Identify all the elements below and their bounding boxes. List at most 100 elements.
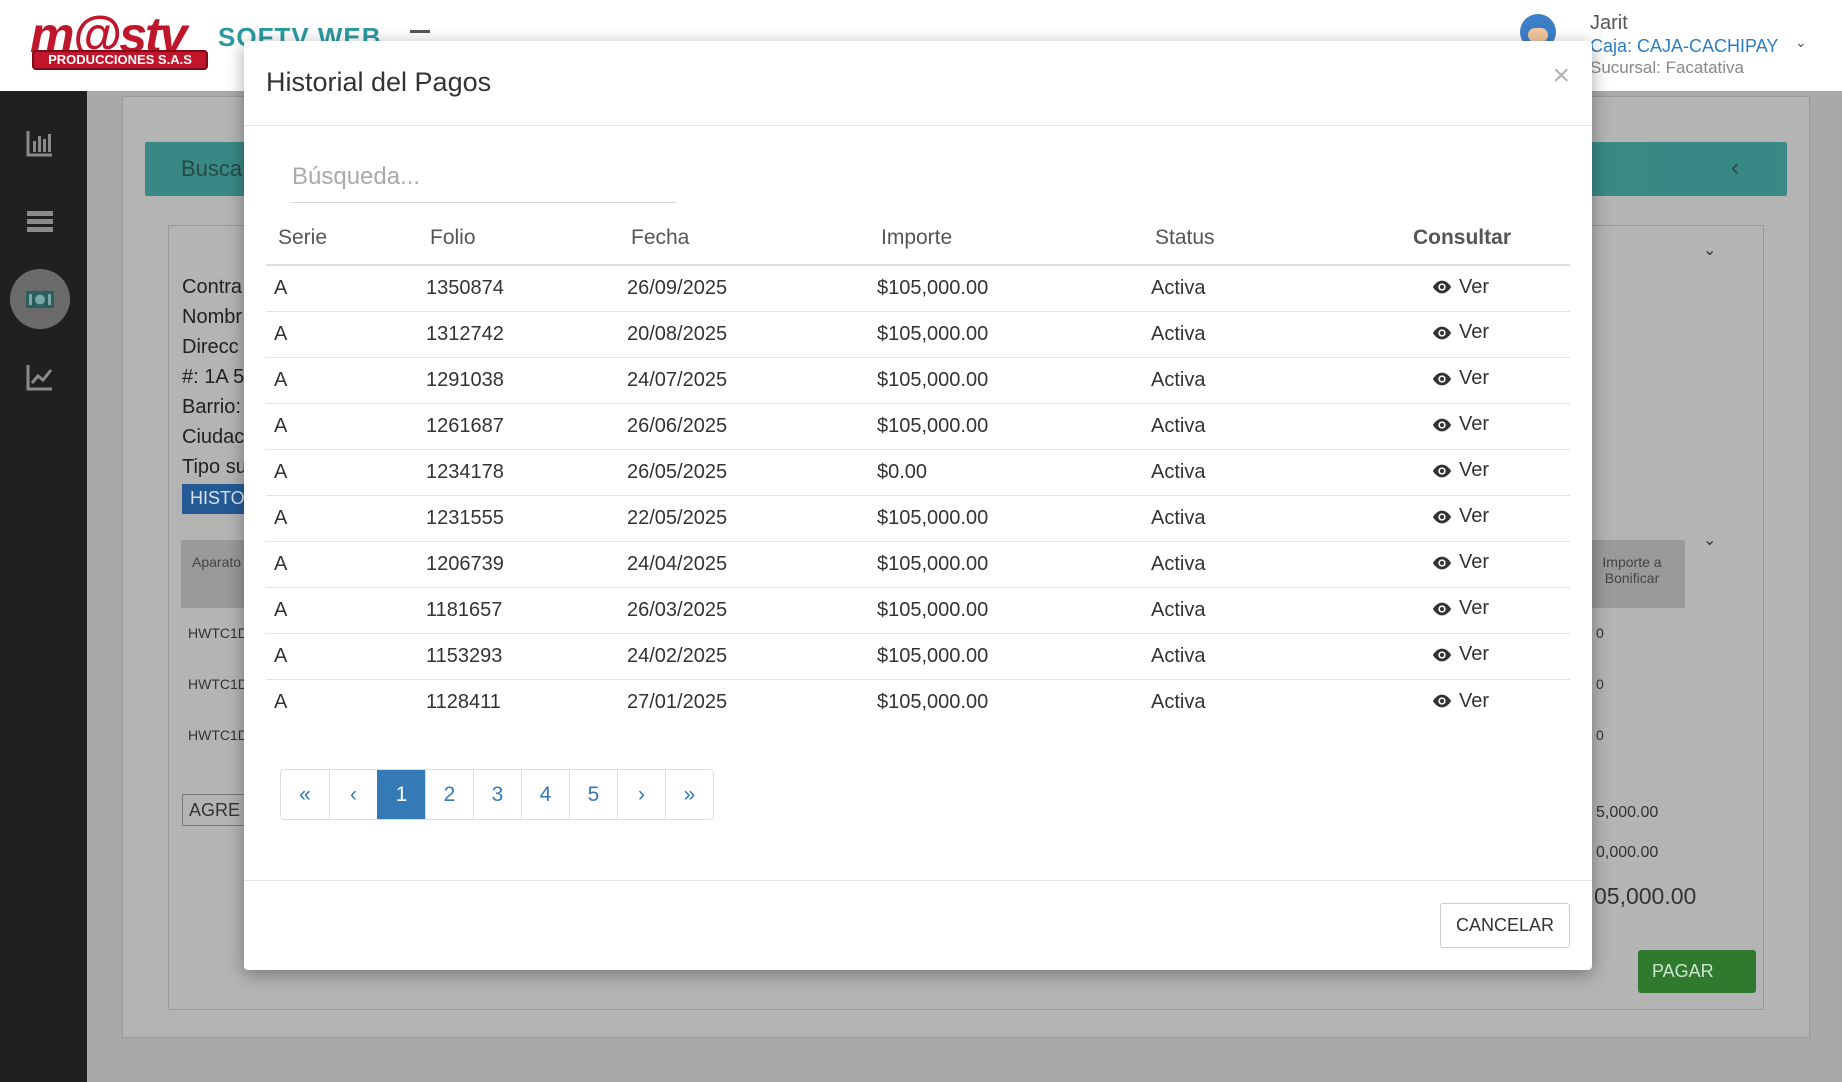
cell-fecha: 26/03/2025 (619, 586, 869, 633)
sidebar-item-trends[interactable] (10, 347, 70, 407)
subtotal-value: 5,000.00 (1596, 804, 1659, 821)
sidebar-item-list[interactable] (10, 191, 70, 251)
next-page-button[interactable]: › (617, 770, 665, 819)
client-field: Ciudac (182, 426, 245, 448)
cell-serie: A (266, 310, 418, 357)
close-icon[interactable]: × (1552, 59, 1570, 93)
cell-importe: $105,000.00 (877, 276, 989, 299)
sidebar-item-payments[interactable] (10, 269, 70, 329)
client-field: #: 1A 5 (182, 366, 245, 388)
cell-folio: 1231555 (418, 494, 619, 541)
view-link[interactable]: Ver (1431, 551, 1489, 574)
device-row: HWTC1D (188, 727, 248, 743)
history-button[interactable]: HISTO (182, 484, 252, 514)
chevron-down-icon[interactable]: ⌄ (1703, 240, 1716, 260)
table-row: A 1128411 27/01/2025 $105,000.00 Activa Ver (266, 678, 1570, 725)
cell-folio: 1291038 (418, 356, 619, 403)
cell-fecha: 27/01/2025 (619, 678, 869, 725)
table-header-row: Serie Folio Fecha Importe Status Consult… (266, 211, 1570, 266)
view-link[interactable]: Ver (1431, 321, 1489, 344)
eye-icon (1432, 326, 1452, 340)
page-button-2[interactable]: 2 (425, 770, 473, 819)
table-row: A 1261687 26/06/2025 $105,000.00 Activa Ver (266, 402, 1570, 449)
add-button[interactable]: AGRE (182, 794, 252, 826)
page-button-5[interactable]: 5 (569, 770, 617, 819)
page-button-4[interactable]: 4 (521, 770, 569, 819)
table-row: A 1153293 24/02/2025 $105,000.00 Activa Ver (266, 632, 1570, 679)
cell-status: Activa (1143, 494, 1342, 541)
prev-page-button[interactable]: ‹ (329, 770, 377, 819)
column-header-folio[interactable]: Folio (418, 211, 619, 266)
cell-serie: A (266, 356, 418, 403)
table-row: A 1206739 24/04/2025 $105,000.00 Activa Ver (266, 540, 1570, 587)
sidebar-item-reports[interactable] (10, 113, 70, 173)
search-panel-title: Busca (181, 156, 243, 181)
page-button-1[interactable]: 1 (377, 770, 425, 819)
column-header-status[interactable]: Status (1143, 211, 1342, 266)
view-link[interactable]: Ver (1431, 597, 1489, 620)
cell-consultar: Ver (1342, 632, 1570, 679)
chevron-down-icon[interactable]: ⌄ (1703, 530, 1716, 550)
cell-fecha: 26/05/2025 (619, 448, 869, 495)
cell-fecha: 24/04/2025 (619, 540, 869, 587)
cell-serie: A (266, 494, 418, 541)
view-link-label: Ver (1458, 643, 1490, 666)
first-page-button[interactable]: « (281, 770, 329, 819)
chevron-down-icon[interactable]: ⌄ (1795, 34, 1807, 51)
column-header-serie[interactable]: Serie (266, 211, 418, 266)
client-field: Contra (182, 276, 243, 298)
view-link[interactable]: Ver (1431, 367, 1489, 390)
page-button-3[interactable]: 3 (473, 770, 521, 819)
cell-consultar: Ver (1342, 356, 1570, 403)
column-header-fecha[interactable]: Fecha (619, 211, 869, 266)
cell-importe: $105,000.00 (869, 632, 1143, 679)
cancel-button[interactable]: CANCELAR (1440, 903, 1570, 948)
view-link-label: Ver (1458, 689, 1490, 712)
view-link[interactable]: Ver (1431, 505, 1489, 528)
cell-status: Activa (1143, 678, 1342, 725)
column-header-importe[interactable]: Importe (869, 211, 1143, 266)
cell-serie: A (266, 540, 418, 587)
eye-icon (1432, 418, 1452, 432)
cell-folio: 1350874 (426, 276, 504, 299)
cell-consultar: Ver (1342, 494, 1570, 541)
cell-consultar: Ver (1342, 540, 1570, 587)
discount-value: 0,000.00 (1596, 844, 1659, 861)
menu-toggle-icon[interactable] (410, 30, 430, 33)
cell-serie: A (266, 632, 418, 679)
cell-importe: $105,000.00 (869, 356, 1143, 403)
sidebar (0, 91, 87, 1082)
view-link[interactable]: Ver (1431, 690, 1489, 713)
user-sucursal: Sucursal: Facatativa (1590, 58, 1745, 77)
grand-total-value: 05,000.00 (1594, 883, 1697, 909)
eye-icon (1432, 372, 1452, 386)
cell-serie: A (266, 678, 418, 725)
view-link-label: Ver (1458, 459, 1490, 482)
search-input[interactable] (290, 151, 676, 203)
view-link[interactable]: Ver (1431, 643, 1489, 666)
cell-fecha: 22/05/2025 (619, 494, 869, 541)
cell-folio: 1206739 (418, 540, 619, 587)
cell-folio: 1312742 (418, 310, 619, 357)
last-page-button[interactable]: » (665, 770, 713, 819)
cell-status: Activa (1143, 540, 1342, 587)
cell-consultar: Ver (1342, 448, 1570, 495)
view-link-label: Ver (1458, 275, 1490, 298)
device-row: HWTC1D (188, 625, 248, 641)
view-link-label: Ver (1458, 367, 1490, 390)
view-link-label: Ver (1458, 551, 1490, 574)
view-link[interactable]: Ver (1431, 459, 1489, 482)
cell-consultar: Ver (1342, 265, 1570, 311)
cell-status: Activa (1143, 356, 1342, 403)
cell-fecha: 20/08/2025 (619, 310, 869, 357)
view-link[interactable]: Ver (1431, 413, 1489, 436)
pay-button[interactable]: PAGAR (1638, 950, 1756, 993)
cell-importe: $105,000.00 (869, 494, 1143, 541)
chevron-left-icon[interactable]: ‹ (1731, 154, 1739, 182)
brand-logo[interactable]: m@stv PRODUCCIONES S.A.S (30, 7, 208, 74)
cell-consultar: Ver (1342, 310, 1570, 357)
table-row: A 1291038 24/07/2025 $105,000.00 Activa Ver (266, 356, 1570, 403)
cell-consultar: Ver (1342, 678, 1570, 725)
view-link[interactable]: Ver (1431, 276, 1489, 299)
bar-chart-icon (26, 131, 52, 157)
